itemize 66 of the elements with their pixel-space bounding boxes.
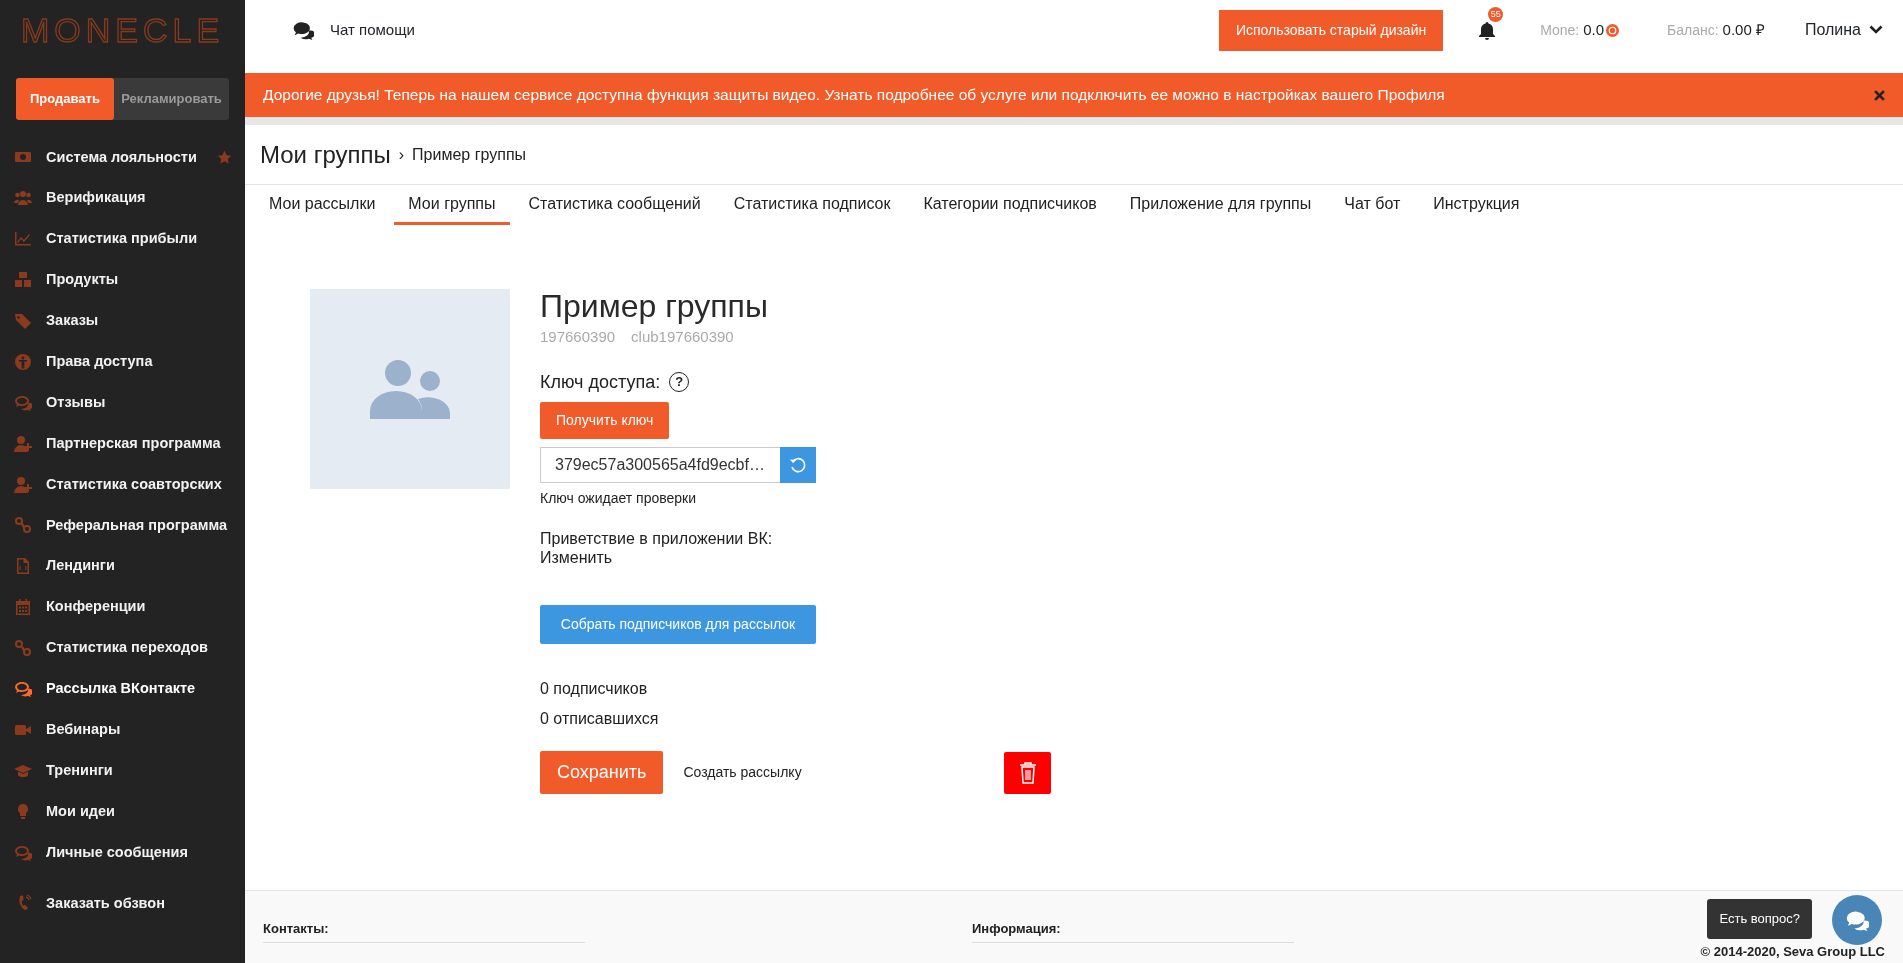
mone-value: 0.0 (1583, 19, 1604, 40)
tab[interactable]: Инструкция (1419, 185, 1534, 225)
unsubscribed-count: 0 отписавшихся (540, 709, 659, 730)
group-name: Пример группы (540, 289, 768, 325)
balance-label: Баланс: (1667, 20, 1719, 40)
sidebar-item[interactable]: Заказать обзвон (0, 883, 245, 924)
tab[interactable]: Чат бот (1330, 185, 1415, 225)
sidebar-item[interactable]: Отзывы (0, 382, 245, 424)
sidebar-item[interactable]: Лендинги (0, 545, 245, 587)
user-menu[interactable]: Полина (1804, 18, 1883, 42)
mone-label: Mone: (1540, 20, 1580, 40)
tab[interactable]: Мои рассылки (255, 185, 390, 225)
chevron-down-icon (1869, 25, 1883, 35)
chat-tooltip: Есть вопрос? (1707, 899, 1812, 939)
tab[interactable]: Статистика подписок (719, 185, 905, 225)
trash-icon (1018, 761, 1037, 784)
close-icon[interactable] (1874, 89, 1885, 101)
logo: MONECLE (20, 13, 225, 47)
sidebar-item[interactable]: Тренинги (0, 750, 245, 792)
greeting-label: Приветствие в приложении ВК: (540, 528, 773, 548)
tab[interactable]: Мои группы (394, 185, 510, 225)
key-field[interactable]: 379ec57a300565a4fd9ecbf… (540, 446, 780, 483)
help-chat-link[interactable]: Чат помощи (292, 18, 415, 42)
tab[interactable]: Приложение для группы (1115, 185, 1326, 225)
chat-button[interactable] (1832, 895, 1882, 945)
balance-value: 0.00 ₽ (1722, 19, 1765, 40)
create-mailing-link[interactable]: Создать рассылку (683, 762, 802, 784)
sidebar-item[interactable]: Верификация (0, 177, 245, 219)
banner-message: Дорогие друзья! Теперь на нашем сервисе доступна функция защиты видео. Узнать подробнее об услуге или подключить ее можно в настройках вашего Профиля (263, 85, 1445, 106)
sidebar-item[interactable]: Система лояльности (0, 137, 245, 178)
bell-icon[interactable] (1478, 20, 1497, 41)
sidebar-item[interactable]: Рассылка ВКонтакте (0, 668, 245, 710)
sidebar-item[interactable]: Конференции (0, 586, 245, 628)
sidebar-item[interactable]: Вебинары (0, 709, 245, 751)
breadcrumb-current: Пример группы (412, 144, 527, 165)
coin-icon (1606, 23, 1619, 37)
page-title: Мои группы (260, 139, 391, 170)
sidebar-item[interactable]: Статистика переходов (0, 627, 245, 669)
sidebar-item[interactable]: Статистика соавторских (0, 464, 245, 505)
breadcrumb-separator: › (398, 144, 405, 165)
chat-bubbles-icon (1845, 909, 1869, 931)
tab[interactable]: Категории подписчиков (909, 185, 1111, 225)
sidebar-item[interactable]: Продукты (0, 259, 245, 301)
users-icon (370, 359, 450, 419)
tab[interactable]: Статистика сообщений (514, 185, 715, 225)
footer-heading: Информация: (972, 919, 1294, 943)
sidebar-item[interactable]: Заказы (0, 300, 245, 342)
sidebar-item[interactable]: Партнерская программа (0, 423, 245, 465)
sidebar-item[interactable]: Права доступа (0, 341, 245, 383)
sidebar-item[interactable]: Реферальная программа (0, 505, 245, 546)
sidebar-item[interactable]: Статистика прибыли (0, 218, 245, 260)
refresh-button[interactable] (780, 446, 816, 483)
sidebar-item[interactable]: Мои идеи (0, 791, 245, 833)
sidebar-item[interactable]: Личные сообщения (0, 832, 245, 874)
group-id: 197660390 (540, 327, 616, 348)
delete-button[interactable] (1004, 751, 1051, 794)
footer-heading: Контакты: (263, 919, 585, 943)
subscribers-count: 0 подписчиков (540, 679, 648, 700)
access-key-label: Ключ доступа: (540, 370, 661, 394)
mode-tab[interactable]: Рекламировать (113, 78, 229, 120)
copyright: © 2014-2020, Seva Group LLC (1700, 942, 1885, 961)
edit-greeting-link[interactable]: Изменить (540, 547, 613, 568)
notification-badge: 55 (1488, 6, 1504, 22)
chat-bubbles-icon (292, 20, 314, 40)
key-status: Ключ ожидает проверки (540, 488, 697, 508)
group-screen-name: club197660390 (631, 327, 734, 348)
